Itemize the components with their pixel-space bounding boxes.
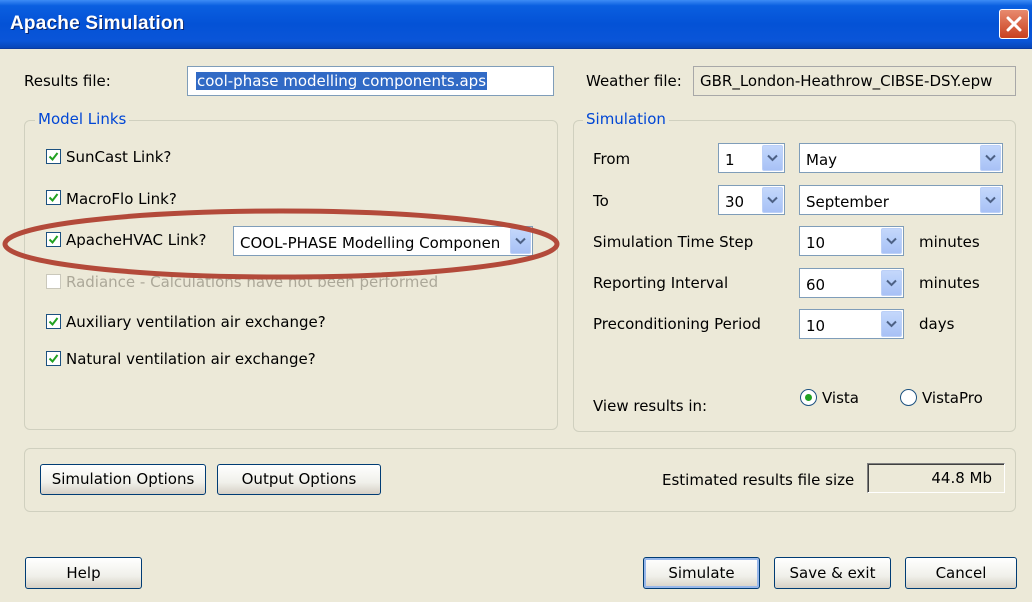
chevron-down-icon	[886, 320, 897, 328]
dropdown-button[interactable]	[881, 228, 902, 254]
vistapro-radio[interactable]	[900, 389, 917, 406]
check-icon	[48, 354, 59, 364]
to-month-select[interactable]: September	[799, 185, 1003, 215]
time-step-select[interactable]: 10	[799, 226, 904, 256]
close-icon	[1006, 16, 1022, 32]
chevron-down-icon	[985, 154, 996, 162]
reporting-interval-select[interactable]: 60	[799, 268, 904, 298]
window-title: Apache Simulation	[10, 13, 185, 34]
view-results-label: View results in:	[593, 397, 708, 415]
dropdown-button[interactable]	[881, 311, 902, 337]
save-exit-button[interactable]: Save & exit	[774, 557, 891, 589]
radio-selected-dot	[805, 394, 812, 401]
reporting-interval-label: Reporting Interval	[593, 274, 729, 292]
reporting-interval-value: 60	[806, 276, 826, 294]
auxiliary-ventilation-checkbox[interactable]	[46, 314, 61, 329]
preconditioning-select[interactable]: 10	[799, 309, 904, 339]
close-button[interactable]	[999, 9, 1029, 39]
check-icon	[48, 193, 59, 203]
macroflo-checkbox[interactable]	[46, 190, 61, 205]
preconditioning-unit: days	[919, 315, 955, 333]
results-file-label: Results file:	[24, 72, 111, 90]
check-icon	[48, 152, 59, 162]
model-links-legend: Model Links	[35, 110, 130, 128]
simulation-legend: Simulation	[583, 110, 669, 128]
vistapro-label[interactable]: VistaPro	[922, 389, 983, 407]
natural-ventilation-checkbox[interactable]	[46, 351, 61, 366]
dropdown-button[interactable]	[762, 145, 783, 171]
preconditioning-value: 10	[806, 317, 826, 335]
natural-ventilation-label[interactable]: Natural ventilation air exchange?	[66, 350, 316, 368]
results-file-value: cool-phase modelling components.aps	[196, 72, 488, 90]
to-label: To	[593, 192, 609, 210]
weather-file-value: GBR_London-Heathrow_CIBSE-DSY.epw	[700, 72, 993, 90]
estimated-size-value: 44.8 Mb	[931, 469, 992, 487]
vista-label[interactable]: Vista	[822, 389, 859, 407]
suncast-label[interactable]: SunCast Link?	[66, 148, 171, 166]
suncast-checkbox[interactable]	[46, 149, 61, 164]
cancel-button[interactable]: Cancel	[905, 557, 1017, 589]
to-month-value: September	[806, 193, 889, 211]
dropdown-button[interactable]	[980, 187, 1001, 213]
check-icon	[48, 317, 59, 327]
time-step-unit: minutes	[919, 233, 980, 251]
from-month-select[interactable]: May	[799, 143, 1003, 173]
chevron-down-icon	[767, 154, 778, 162]
reporting-interval-unit: minutes	[919, 274, 980, 292]
auxiliary-ventilation-label[interactable]: Auxiliary ventilation air exchange?	[66, 313, 326, 331]
from-label: From	[593, 150, 631, 168]
dropdown-button[interactable]	[762, 187, 783, 213]
chevron-down-icon	[886, 279, 897, 287]
chevron-down-icon	[886, 237, 897, 245]
title-bar[interactable]: Apache Simulation	[0, 0, 1032, 49]
estimated-size-field: 44.8 Mb	[867, 463, 1005, 493]
weather-file-field: GBR_London-Heathrow_CIBSE-DSY.epw	[693, 66, 1016, 96]
output-options-button[interactable]: Output Options	[217, 464, 381, 495]
from-day-value: 1	[725, 151, 735, 169]
to-day-select[interactable]: 30	[718, 185, 785, 215]
dropdown-button[interactable]	[980, 145, 1001, 171]
results-file-input[interactable]: cool-phase modelling components.aps	[187, 66, 554, 96]
to-day-value: 30	[725, 193, 745, 211]
dropdown-button[interactable]	[881, 270, 902, 296]
from-month-value: May	[806, 151, 838, 169]
estimated-size-label: Estimated results file size	[662, 471, 855, 489]
from-day-select[interactable]: 1	[718, 143, 785, 173]
simulate-button[interactable]: Simulate	[643, 557, 760, 589]
chevron-down-icon	[985, 196, 996, 204]
time-step-label: Simulation Time Step	[593, 233, 754, 251]
highlight-ellipse	[2, 208, 560, 280]
vista-radio[interactable]	[800, 389, 817, 406]
time-step-value: 10	[806, 234, 826, 252]
simulation-options-button[interactable]: Simulation Options	[40, 464, 206, 495]
preconditioning-label: Preconditioning Period	[593, 315, 761, 333]
weather-file-label: Weather file:	[586, 72, 682, 90]
chevron-down-icon	[767, 196, 778, 204]
help-button[interactable]: Help	[25, 557, 142, 589]
